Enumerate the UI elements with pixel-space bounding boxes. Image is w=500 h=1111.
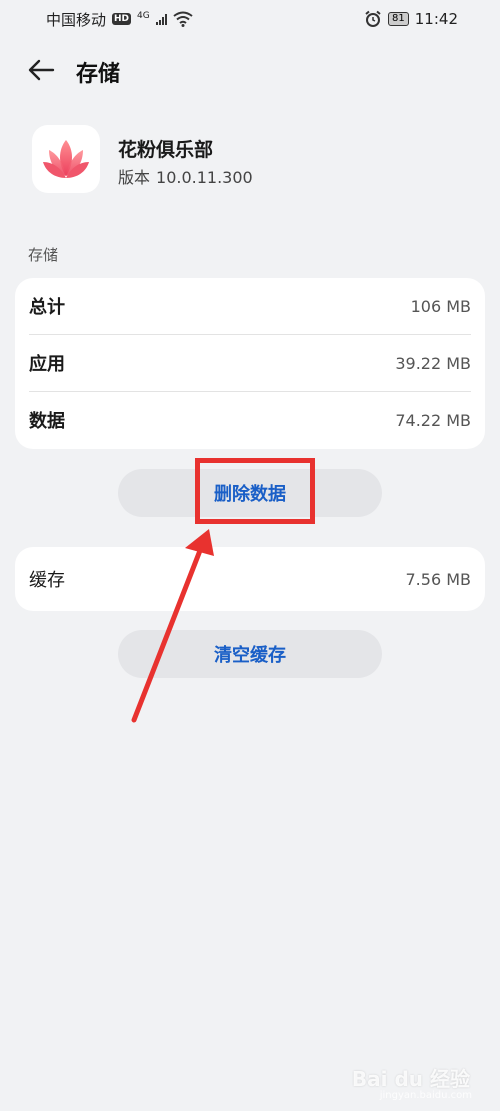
baidu-watermark: Bai du 经验 (351, 1067, 470, 1091)
baidu-watermark-url: jingyan.baidu.com (379, 1090, 472, 1101)
annotation-arrow-icon (131, 529, 214, 723)
